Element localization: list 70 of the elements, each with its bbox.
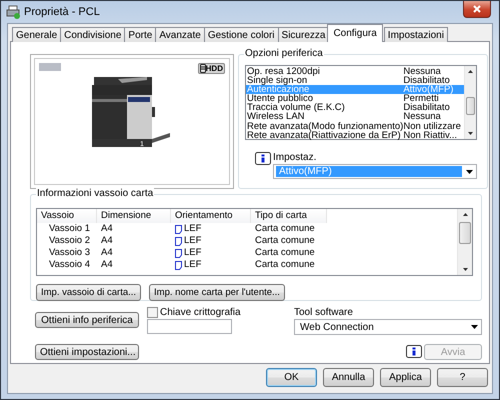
checkbox-label: Chiave crittografia bbox=[160, 307, 241, 318]
tab[interactable]: Gestione colori bbox=[204, 27, 279, 42]
option-row[interactable]: Single sign-on Disabilitato bbox=[246, 76, 464, 86]
size-cell-text: A4 bbox=[100, 259, 114, 271]
option-row[interactable]: Rete avanzata(Modo funzionamento)Non utilizzare bbox=[246, 122, 464, 131]
dialog-button[interactable]: Applica bbox=[380, 368, 431, 387]
dialog-button[interactable]: ? bbox=[437, 368, 488, 387]
group-title: Opzioni periferica bbox=[244, 48, 324, 59]
option-row[interactable]: Traccia volume (E.K.C) Disabilitato bbox=[246, 103, 464, 112]
tray-button[interactable]: Imp. nome carta per l'utente... bbox=[149, 284, 285, 301]
info-icon bbox=[406, 345, 422, 359]
tab[interactable]: Generale bbox=[12, 27, 62, 42]
orientation-cell: LEF bbox=[183, 223, 202, 235]
option-row[interactable]: Rete avanzata(Riattivazione da ErP) Non Riattiv... bbox=[246, 130, 464, 140]
scroll-down-arrow-icon bbox=[462, 268, 468, 271]
paper-type-cell-text: Carta comune bbox=[254, 223, 316, 235]
hdd-badge: HDD bbox=[198, 63, 225, 74]
orientation-cell: LEF bbox=[183, 247, 202, 259]
close-icon bbox=[473, 5, 481, 13]
paper-type-cell-text: Carta comune bbox=[254, 259, 316, 271]
scrollbar[interactable] bbox=[457, 209, 472, 275]
close-button[interactable] bbox=[463, 1, 491, 18]
info-icon bbox=[255, 152, 271, 166]
tab[interactable]: Porte bbox=[124, 27, 156, 42]
dialog-button[interactable]: OK bbox=[266, 368, 317, 387]
size-cell-text: A4 bbox=[100, 235, 114, 247]
blurred-block-icon bbox=[39, 63, 61, 71]
checkbox[interactable] bbox=[147, 307, 158, 318]
scroll-up-arrow-icon bbox=[462, 213, 468, 216]
tab[interactable]: Configura bbox=[327, 24, 383, 42]
tab[interactable]: Condivisione bbox=[60, 27, 126, 42]
tool-software-dropdown[interactable]: Web Connection bbox=[294, 319, 482, 335]
dropdown-arrow-icon bbox=[466, 170, 472, 174]
scrollbar-thumb[interactable] bbox=[466, 96, 475, 115]
tool-software-label: Tool software bbox=[294, 307, 354, 318]
size-cell-text: A4 bbox=[100, 247, 114, 259]
paper-type-cell-text: Carta comune bbox=[254, 247, 316, 259]
device-info-button[interactable]: Ottieni info periferica bbox=[35, 312, 139, 328]
column-header[interactable]: Orientamento bbox=[171, 209, 251, 223]
tray-button[interactable]: Imp. vassoio di carta... bbox=[36, 284, 142, 301]
options-list[interactable] bbox=[245, 65, 477, 140]
tray-cell-text: Vassoio 4 bbox=[48, 259, 92, 271]
tray-cell-text: Vassoio 2 bbox=[48, 235, 92, 247]
tray-cell-text: Vassoio 1 bbox=[48, 223, 92, 235]
scroll-down-arrow-icon bbox=[468, 132, 474, 135]
column-header[interactable]: Vassoio bbox=[37, 209, 97, 223]
column-header[interactable]: Tipo di carta bbox=[251, 209, 327, 223]
tray-cell-text: Vassoio 3 bbox=[48, 247, 92, 259]
scrollbar-thumb[interactable] bbox=[459, 222, 471, 244]
scrollbar[interactable] bbox=[464, 66, 476, 139]
option-row[interactable]: Wireless LAN Nessuna bbox=[246, 112, 464, 122]
setting-label: Impostaz. bbox=[273, 152, 318, 163]
tab[interactable]: Impostazioni bbox=[384, 27, 448, 42]
option-row[interactable]: Utente pubblico Permetti bbox=[246, 94, 464, 104]
orientation-cell: LEF bbox=[183, 259, 202, 271]
scroll-up-arrow-icon bbox=[468, 70, 474, 73]
paper-type-cell-text: Carta comune bbox=[254, 235, 316, 247]
key-input-field[interactable] bbox=[147, 319, 232, 334]
get-settings-button[interactable]: Ottieni impostazioni... bbox=[35, 344, 139, 360]
tab[interactable]: Avanzate bbox=[155, 27, 205, 42]
group-title: Informazioni vassoio carta bbox=[36, 188, 154, 199]
option-row[interactable]: Op. resa 1200dpi Nessuna bbox=[246, 67, 464, 76]
size-cell-text: A4 bbox=[100, 223, 114, 235]
tab[interactable]: Sicurezza bbox=[278, 27, 330, 42]
dropdown-arrow-icon bbox=[470, 325, 478, 329]
orientation-cell: LEF bbox=[183, 235, 202, 247]
column-header[interactable]: Dimensione bbox=[97, 209, 171, 223]
window-title: Proprietà - PCL bbox=[24, 6, 100, 18]
printer-icon bbox=[6, 5, 20, 19]
dialog-button[interactable]: Annulla bbox=[323, 368, 374, 387]
